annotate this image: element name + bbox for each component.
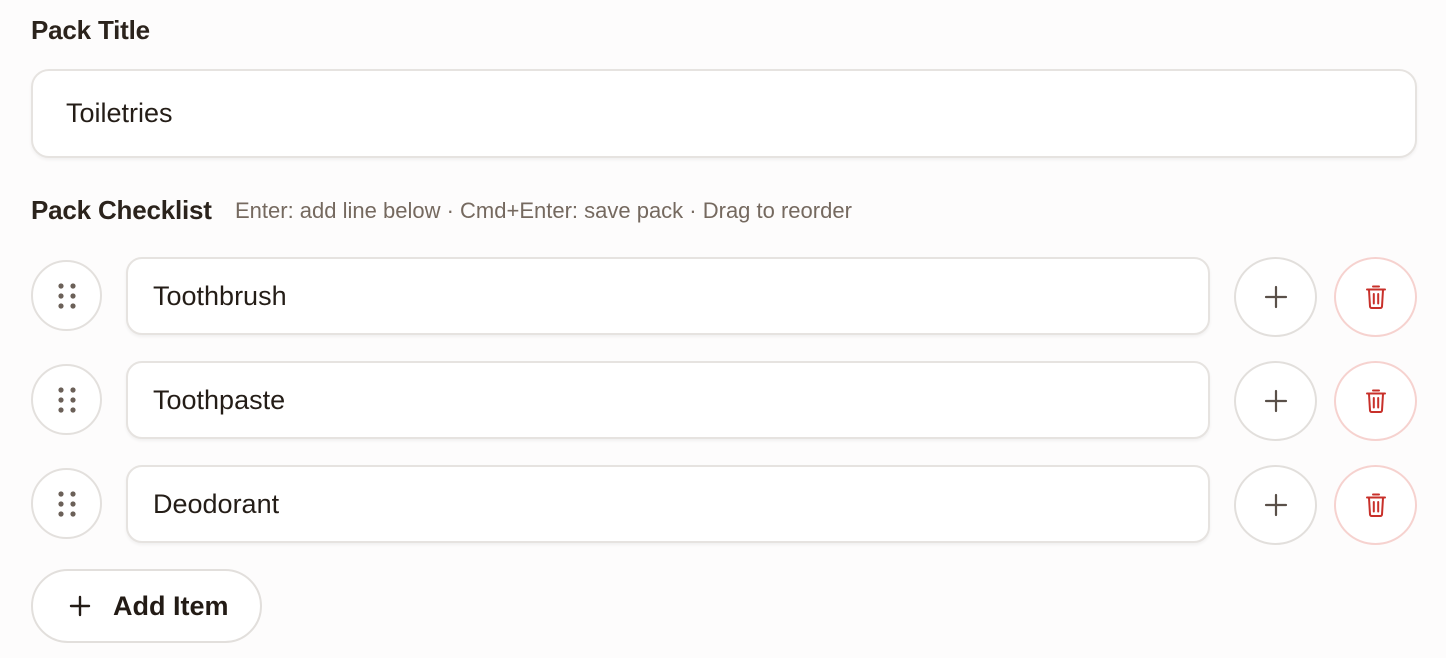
checklist-row bbox=[31, 361, 1417, 441]
drag-handle-icon bbox=[57, 490, 77, 518]
pack-title-label: Pack Title bbox=[31, 15, 150, 45]
checklist-hint: Enter: add line below · Cmd+Enter: save … bbox=[235, 198, 852, 223]
delete-item-button[interactable] bbox=[1334, 465, 1417, 545]
drag-handle-icon bbox=[57, 386, 77, 414]
pack-editor: Pack Title Pack Checklist Enter: add lin… bbox=[0, 0, 1446, 658]
plus-icon bbox=[1264, 389, 1288, 413]
pack-checklist-label: Pack Checklist bbox=[31, 195, 212, 225]
checklist-item-input[interactable] bbox=[126, 361, 1210, 439]
plus-icon bbox=[69, 595, 91, 617]
delete-item-button[interactable] bbox=[1334, 257, 1417, 337]
add-item-label: Add Item bbox=[113, 590, 229, 621]
trash-icon bbox=[1365, 284, 1387, 310]
plus-icon bbox=[1264, 493, 1288, 517]
add-line-below-button[interactable] bbox=[1234, 465, 1317, 545]
trash-icon bbox=[1365, 388, 1387, 414]
checklist-row bbox=[31, 465, 1417, 545]
drag-handle[interactable] bbox=[31, 364, 102, 435]
plus-icon bbox=[1264, 285, 1288, 309]
checklist-row bbox=[31, 257, 1417, 337]
add-line-below-button[interactable] bbox=[1234, 361, 1317, 441]
trash-icon bbox=[1365, 492, 1387, 518]
add-item-button[interactable]: Add Item bbox=[31, 569, 262, 643]
checklist-item-input[interactable] bbox=[126, 257, 1210, 335]
checklist-item-input[interactable] bbox=[126, 465, 1210, 543]
pack-title-input[interactable] bbox=[31, 69, 1417, 158]
drag-handle[interactable] bbox=[31, 260, 102, 331]
add-line-below-button[interactable] bbox=[1234, 257, 1317, 337]
delete-item-button[interactable] bbox=[1334, 361, 1417, 441]
drag-handle[interactable] bbox=[31, 468, 102, 539]
drag-handle-icon bbox=[57, 282, 77, 310]
